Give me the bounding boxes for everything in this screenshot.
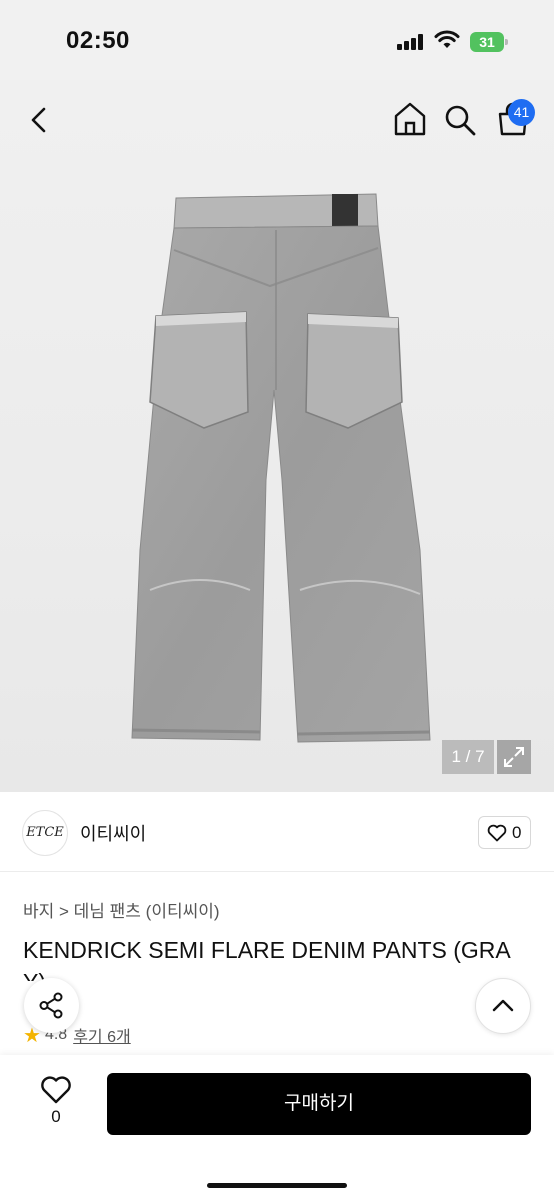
- status-time: 02:50: [66, 27, 130, 54]
- scroll-to-top-button[interactable]: [475, 978, 531, 1034]
- battery-level: 31: [470, 32, 504, 52]
- home-indicator: [207, 1183, 347, 1188]
- share-icon: [39, 992, 63, 1019]
- home-icon[interactable]: [392, 100, 428, 138]
- product-photo: [131, 193, 431, 743]
- product-title: KENDRICK SEMI FLARE DENIM PANTS (GRA: [23, 937, 511, 963]
- chevron-up-icon: [492, 999, 514, 1012]
- buy-button[interactable]: 구매하기: [107, 1073, 531, 1135]
- battery-icon: 31: [470, 32, 508, 52]
- review-count-link[interactable]: 후기 6개: [73, 1023, 131, 1047]
- seller-row[interactable]: ETCE 이티씨이 0: [0, 792, 554, 872]
- product-image-gallery[interactable]: 1 / 7: [0, 80, 554, 792]
- bottom-action-bar: 0 구매하기: [0, 1055, 554, 1200]
- wishlist-heart-icon[interactable]: [40, 1075, 72, 1105]
- status-bar: 02:50 31: [0, 0, 554, 80]
- heart-icon: [487, 824, 507, 842]
- store-like-button[interactable]: 0: [478, 816, 531, 849]
- seller-logo[interactable]: ETCE: [22, 810, 68, 856]
- wifi-icon: [434, 30, 460, 48]
- seller-name[interactable]: 이티씨이: [80, 820, 146, 846]
- expand-icon[interactable]: [497, 740, 531, 774]
- category-breadcrumb[interactable]: 바지 > 데님 팬츠 (이티씨이): [23, 897, 220, 922]
- cellular-signal-icon: [397, 34, 425, 50]
- cart-count-badge: 41: [508, 99, 535, 126]
- store-like-count: 0: [512, 823, 522, 842]
- wishlist-count: 0: [51, 1107, 61, 1126]
- image-page-counter: 1 / 7: [442, 740, 494, 774]
- back-arrow-icon[interactable]: [22, 102, 58, 138]
- share-button[interactable]: [24, 978, 79, 1033]
- search-icon[interactable]: [442, 100, 478, 138]
